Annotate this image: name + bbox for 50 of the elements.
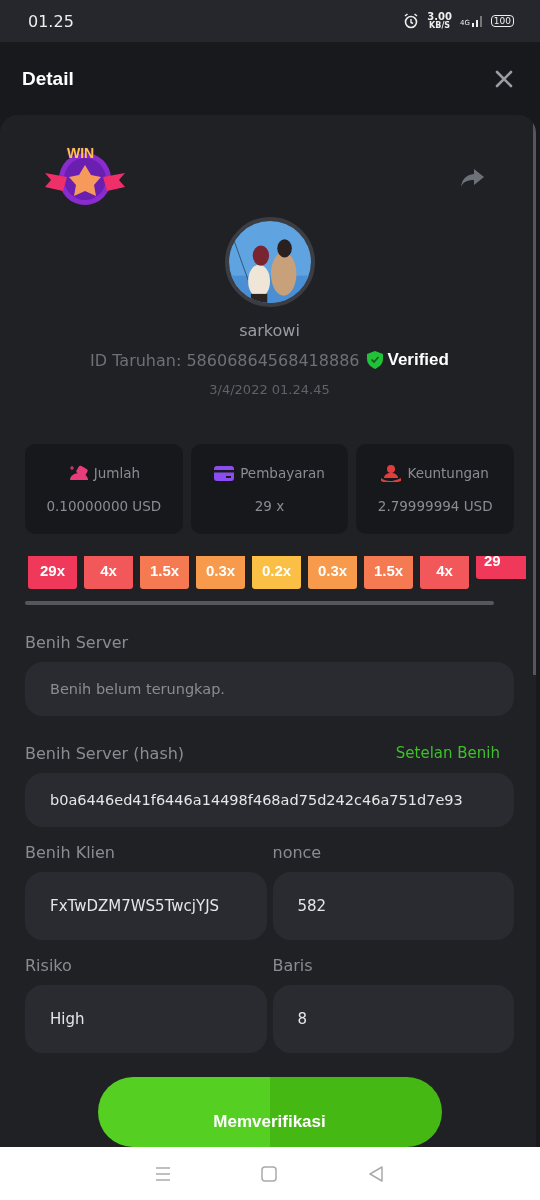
page-title: Detail	[22, 67, 74, 90]
home-icon	[261, 1165, 277, 1182]
share-button[interactable]	[460, 167, 486, 189]
multiplier-tile: 0.3x	[196, 556, 245, 590]
field-label: Risiko	[25, 956, 73, 975]
network-speed: 3.00	[427, 12, 452, 22]
input-field[interactable]: FxTwDZM7WS5TwcjYJS	[25, 872, 267, 940]
card-icon	[214, 464, 235, 482]
stat-value: 0.10000000 USD	[46, 498, 162, 514]
signal-icon	[470, 15, 483, 27]
multiplier-tile: 29x	[28, 556, 77, 590]
username: sarkowi	[238, 321, 301, 340]
share-icon	[460, 167, 486, 189]
status-time: 01.25	[28, 11, 74, 31]
field-label: nonce	[272, 843, 323, 862]
multiplier-tile: 4x	[420, 556, 469, 590]
multiplier-tile: 4x	[84, 556, 133, 590]
bet-date: 3/4/2022 01.24.45	[208, 382, 331, 397]
input-field[interactable]: 582	[272, 872, 514, 940]
stat-label: Keuntungan	[407, 465, 489, 481]
multiplier-tile: 1.5x	[364, 556, 413, 590]
back-icon	[368, 1165, 385, 1182]
multiplier-tile: 0.2x	[252, 556, 301, 590]
menu-icon	[155, 1166, 170, 1181]
coins-icon	[67, 464, 88, 482]
input-field[interactable]: Benih belum terungkap.	[25, 661, 514, 716]
speed-unit: KB/S	[429, 22, 451, 30]
stat-value: 2.79999994 USD	[377, 498, 493, 514]
verified-label: Verified	[387, 350, 449, 370]
stat-label: Pembayaran	[240, 465, 325, 481]
field-label: Benih Server (hash)	[25, 743, 185, 763]
bet-id: ID Taruhan: 58606864568418886	[90, 350, 360, 370]
alarm-icon	[403, 13, 420, 29]
stat-value: 29 x	[254, 498, 285, 514]
battery-indicator: 100	[490, 15, 514, 27]
input-field[interactable]: 8	[272, 985, 514, 1053]
input-field[interactable]: b0a6446ed41f6446a14498f468ad75d242c46a751d7e93	[25, 772, 514, 827]
hand-person-icon	[381, 464, 402, 482]
multiplier-tile: 0.3x	[308, 556, 357, 590]
input-field[interactable]: High	[25, 985, 267, 1053]
field-label: Benih Klien	[25, 843, 116, 862]
stat-label: Jumlah	[93, 465, 140, 481]
seed-settings-link[interactable]: Setelan Benih	[395, 744, 500, 763]
multiplier-tile: 1.5x	[140, 556, 189, 590]
multiplier-tile: 29	[476, 556, 526, 580]
field-label: Baris	[272, 956, 314, 975]
close-button[interactable]	[495, 69, 513, 88]
field-label: Benih Server	[25, 632, 129, 652]
close-icon	[495, 69, 513, 88]
shield-check-icon	[367, 351, 384, 369]
